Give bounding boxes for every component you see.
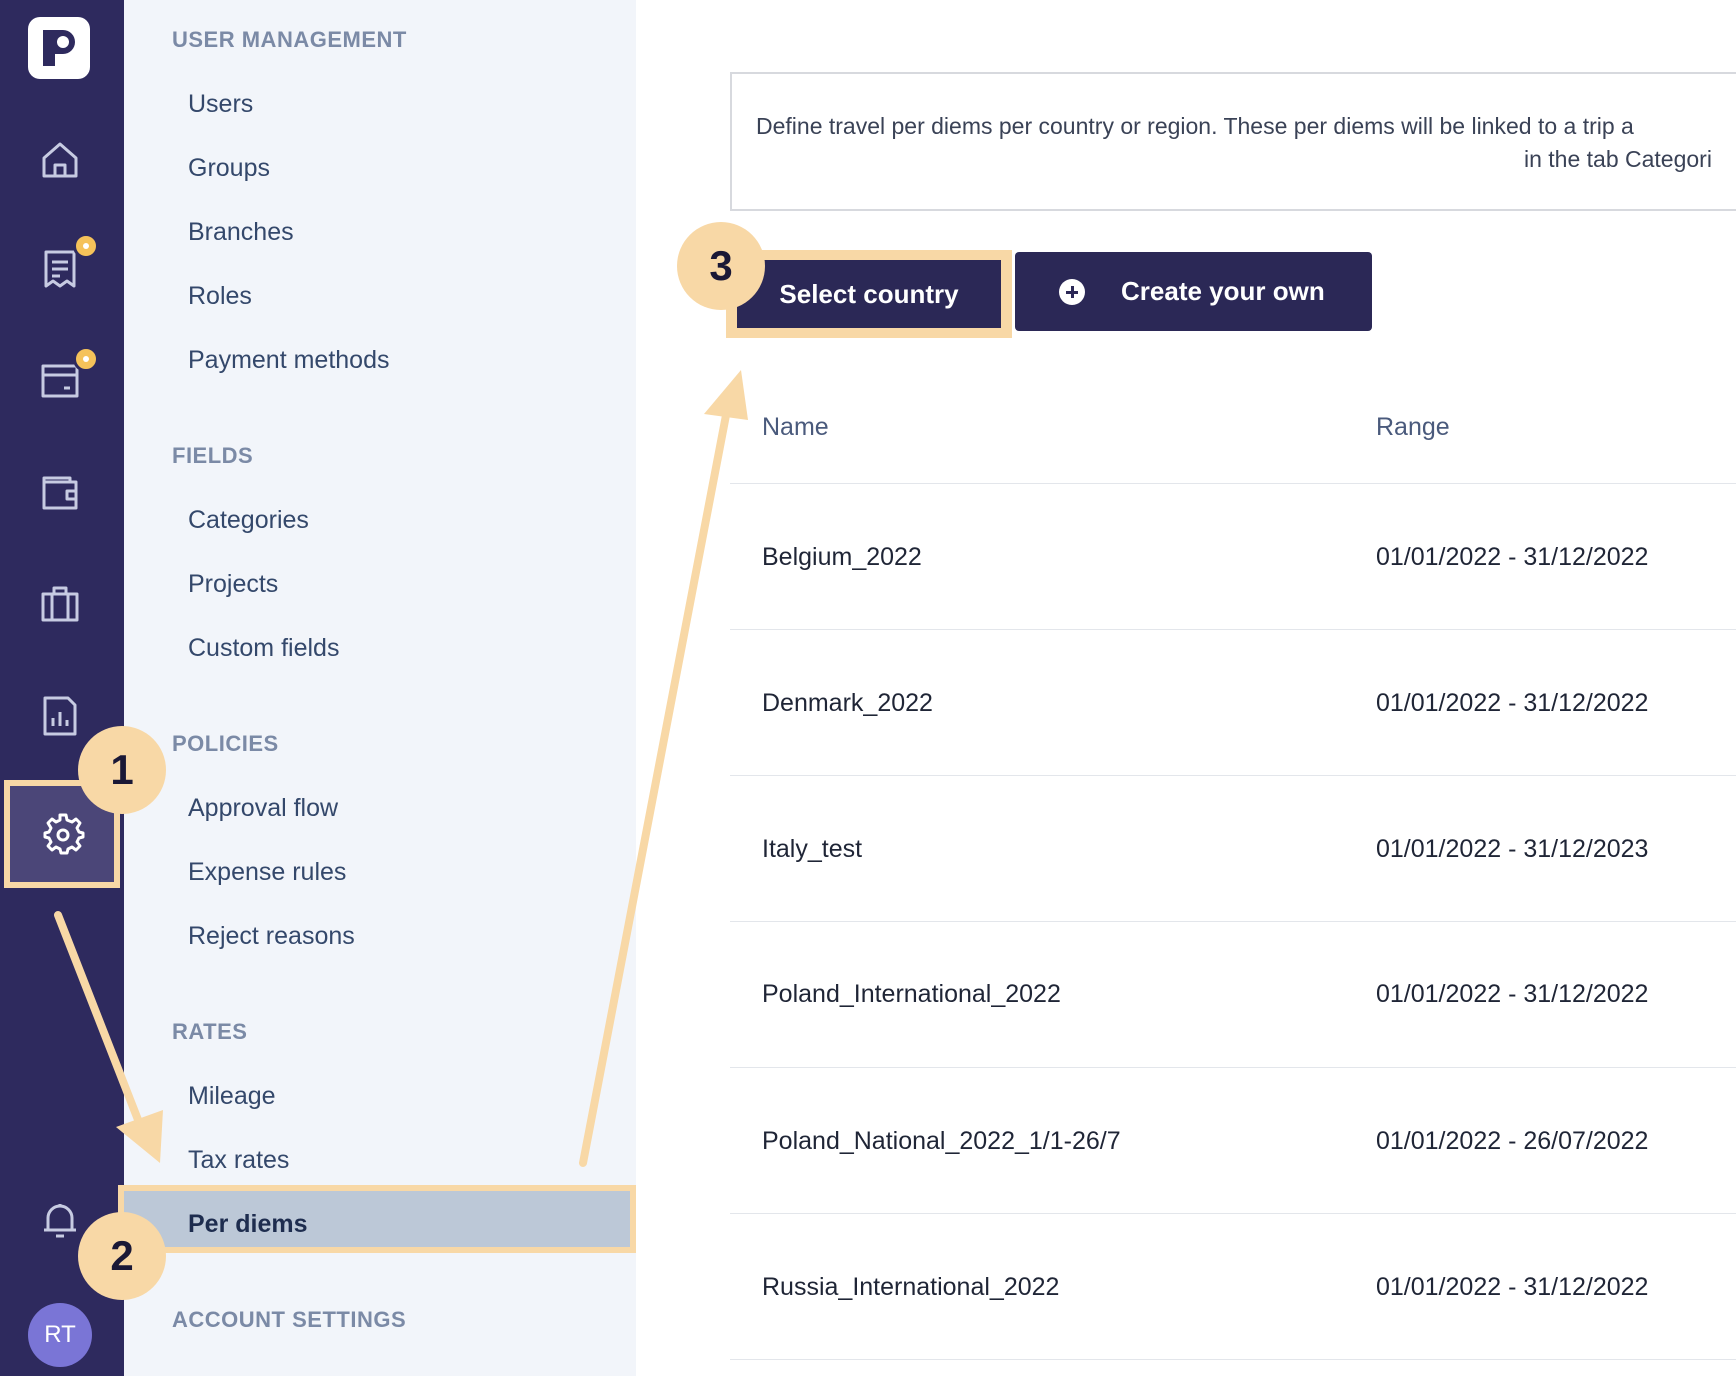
table-cell-name[interactable]: Russia_International_2022	[762, 1273, 1059, 1302]
callout-3: 3	[677, 222, 765, 310]
settings-icon[interactable]	[40, 810, 88, 858]
logo-icon[interactable]	[28, 17, 90, 79]
sidebar-item-per-diems-label[interactable]: Per diems	[188, 1210, 308, 1239]
column-header-range[interactable]: Range	[1376, 413, 1450, 442]
info-text-line1: Define travel per diems per country or r…	[756, 113, 1634, 139]
select-country-button[interactable]: Select country	[737, 260, 1001, 328]
table-cell-range: 01/01/2022 - 26/07/2022	[1376, 1127, 1649, 1155]
table-cell-name[interactable]: Italy_test	[762, 835, 862, 864]
notification-badge	[73, 233, 99, 259]
settings-sidebar: USER MANAGEMENT Users Groups Branches Ro…	[118, 0, 636, 1376]
table-cell-range: 01/01/2022 - 31/12/2022	[1376, 1273, 1649, 1301]
sidebar-item-groups[interactable]: Groups	[188, 154, 270, 183]
wallet-icon[interactable]	[36, 468, 84, 516]
app-rail: RT	[0, 0, 124, 1376]
sidebar-item-projects[interactable]: Projects	[188, 570, 278, 599]
column-header-name[interactable]: Name	[762, 413, 829, 442]
table-divider	[730, 921, 1736, 922]
table-divider	[730, 1067, 1736, 1068]
section-title-account-settings: ACCOUNT SETTINGS	[172, 1307, 407, 1332]
sidebar-item-payment-methods[interactable]: Payment methods	[188, 346, 390, 375]
sidebar-item-tax-rates[interactable]: Tax rates	[188, 1146, 289, 1175]
plus-circle-icon	[1059, 279, 1085, 305]
sidebar-item-categories[interactable]: Categories	[188, 506, 309, 535]
table-cell-range: 01/01/2022 - 31/12/2022	[1376, 980, 1649, 1008]
sidebar-item-reject-reasons[interactable]: Reject reasons	[188, 922, 355, 951]
table-cell-name[interactable]: Poland_National_2022_1/1-26/7	[762, 1127, 1121, 1156]
table-cell-range: 01/01/2022 - 31/12/2023	[1376, 835, 1649, 863]
bell-icon[interactable]	[36, 1196, 84, 1244]
callout-2: 2	[78, 1212, 166, 1300]
sidebar-item-approval-flow[interactable]: Approval flow	[188, 794, 338, 823]
sidebar-item-expense-rules[interactable]: Expense rules	[188, 858, 346, 887]
section-title-rates: RATES	[172, 1019, 248, 1044]
sidebar-item-custom-fields[interactable]: Custom fields	[188, 634, 339, 663]
table-cell-name[interactable]: Poland_International_2022	[762, 980, 1061, 1009]
avatar[interactable]: RT	[28, 1303, 92, 1367]
callout-1: 1	[78, 726, 166, 814]
sidebar-item-mileage[interactable]: Mileage	[188, 1082, 276, 1111]
info-text-line2: in the tab Categori	[1524, 146, 1712, 172]
notification-badge	[73, 346, 99, 372]
sidebar-item-roles[interactable]: Roles	[188, 282, 252, 311]
suitcase-icon[interactable]	[36, 580, 84, 628]
home-icon[interactable]	[36, 136, 84, 184]
table-cell-name[interactable]: Belgium_2022	[762, 543, 922, 572]
main-content: Define travel per diems per country or r…	[636, 0, 1736, 1376]
table-divider	[730, 775, 1736, 776]
table-divider	[730, 629, 1736, 630]
section-title-fields: FIELDS	[172, 443, 254, 468]
table-cell-range: 01/01/2022 - 31/12/2022	[1376, 689, 1649, 717]
sidebar-item-users[interactable]: Users	[188, 90, 253, 119]
section-title-policies: POLICIES	[172, 731, 279, 756]
create-your-own-label: Create your own	[1121, 276, 1325, 306]
report-icon[interactable]	[36, 692, 84, 740]
table-cell-name[interactable]: Denmark_2022	[762, 689, 933, 718]
sidebar-item-branches[interactable]: Branches	[188, 218, 294, 247]
table-divider	[730, 1213, 1736, 1214]
table-divider	[730, 1359, 1736, 1360]
create-your-own-button[interactable]: Create your own	[1015, 252, 1372, 331]
section-title-user-management: USER MANAGEMENT	[172, 27, 407, 52]
table-cell-range: 01/01/2022 - 31/12/2022	[1376, 543, 1649, 571]
table-divider	[730, 483, 1736, 484]
